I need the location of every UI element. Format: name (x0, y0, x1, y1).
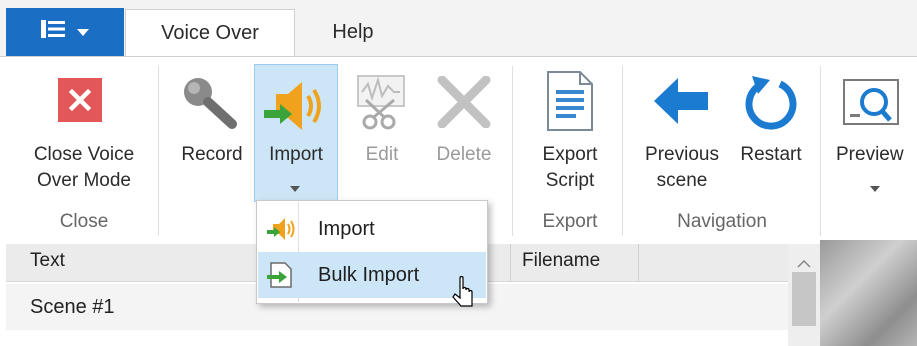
column-divider (638, 244, 639, 282)
close-voice-over-button[interactable]: Close Voice Over Mode (20, 66, 148, 206)
group-divider (622, 66, 623, 236)
bulk-import-icon (264, 257, 300, 293)
preview-area (820, 240, 917, 346)
menu-list-icon (41, 20, 65, 44)
record-label: Record (181, 144, 243, 165)
preview-button[interactable]: Preview (830, 66, 917, 206)
group-label-navigation: Navigation (677, 211, 767, 232)
edit-button[interactable]: Edit (346, 66, 418, 206)
row-text-cell: Scene #1 (30, 296, 115, 318)
speaker-import-icon (264, 211, 300, 247)
group-label-close: Close (59, 211, 109, 232)
document-icon (546, 70, 594, 138)
close-voice-over-label: Close Voice Over Mode (33, 144, 135, 191)
close-x-icon (58, 78, 102, 122)
restart-icon (742, 74, 798, 136)
export-script-button[interactable]: Export Script (528, 66, 612, 206)
delete-x-icon (434, 75, 494, 134)
export-script-label: Export Script (542, 144, 598, 191)
tab-voice-over[interactable]: Voice Over (125, 9, 295, 57)
speaker-import-icon (262, 78, 328, 140)
microphone-icon (180, 74, 242, 136)
chevron-down-icon (290, 176, 300, 198)
preview-label: Preview (836, 144, 904, 165)
edit-label: Edit (365, 144, 399, 165)
column-header-text[interactable]: Text (30, 250, 65, 272)
restart-label: Restart (740, 144, 802, 165)
group-divider (512, 66, 513, 236)
previous-scene-button[interactable]: Previous scene (634, 66, 730, 206)
file-menu-button[interactable] (6, 8, 124, 56)
group-divider (820, 66, 821, 236)
group-label-export: Export (542, 211, 598, 232)
menu-item-import[interactable]: Import (258, 206, 486, 252)
menu-item-import-label: Import (318, 217, 375, 240)
delete-button[interactable]: Delete (426, 66, 502, 206)
tab-help[interactable]: Help (298, 9, 408, 56)
chevron-down-icon (870, 176, 880, 198)
scrollbar-thumb[interactable] (792, 272, 816, 326)
import-label: Import (269, 144, 323, 165)
record-button[interactable]: Record (172, 66, 252, 206)
audio-cut-icon (352, 72, 410, 138)
mouse-pointer-icon (452, 275, 478, 318)
menu-item-bulk-import-label: Bulk Import (318, 263, 420, 286)
arrow-left-icon (654, 78, 710, 130)
chevron-down-icon (77, 21, 89, 43)
group-divider (158, 66, 159, 236)
magnifier-screen-icon (842, 74, 902, 136)
chevron-up-icon[interactable] (797, 252, 811, 274)
column-header-filename[interactable]: Filename (522, 250, 600, 272)
previous-scene-label: Previous scene (645, 144, 719, 191)
delete-label: Delete (436, 144, 492, 165)
column-divider (510, 244, 511, 282)
restart-button[interactable]: Restart (732, 66, 810, 206)
